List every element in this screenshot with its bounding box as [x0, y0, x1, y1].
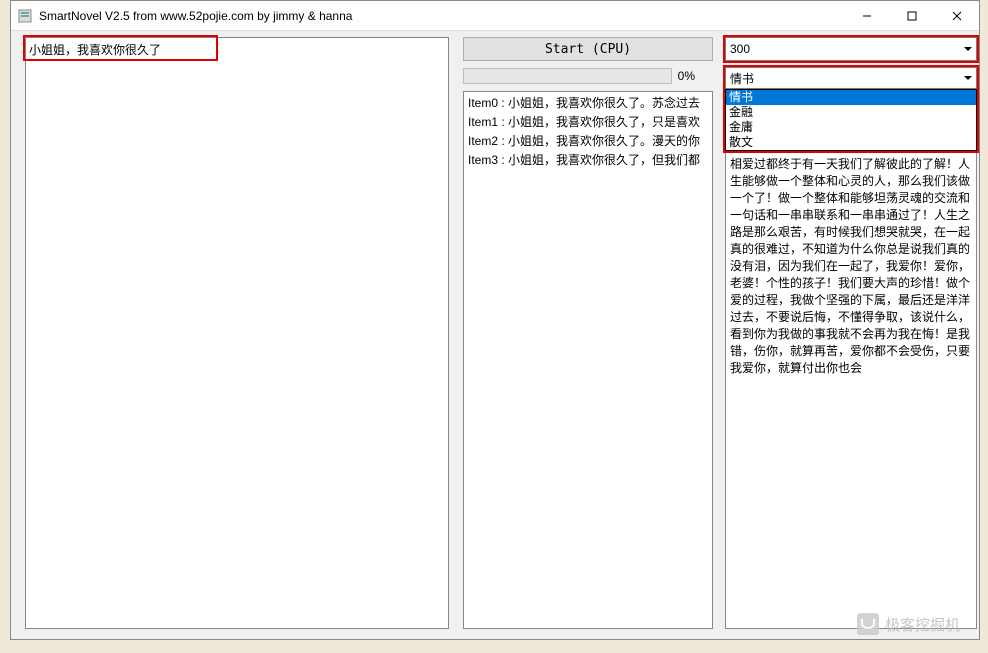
list-item[interactable]: Item3 : 小姐姐，我喜欢你很久了，但我们都	[468, 151, 708, 170]
list-item[interactable]: Item0 : 小姐姐，我喜欢你很久了。苏念过去	[468, 94, 708, 113]
start-button-label: Start (CPU)	[545, 42, 631, 57]
start-button[interactable]: Start (CPU)	[463, 37, 713, 61]
count-combobox[interactable]: 300	[725, 37, 977, 61]
dropdown-option[interactable]: 金庸	[726, 120, 976, 135]
input-text[interactable]: 小姐姐，我喜欢你很久了	[29, 41, 161, 58]
progress-bar	[463, 68, 672, 84]
app-icon	[17, 8, 33, 24]
minimize-button[interactable]	[844, 1, 889, 30]
client-area: 小姐姐，我喜欢你很久了 Start (CPU) 300 0% Item0 : 小…	[11, 31, 979, 639]
progress-container: 0%	[463, 67, 695, 85]
watermark: 极客挖掘机	[857, 613, 960, 635]
window-controls	[844, 1, 979, 30]
dropdown-option[interactable]: 金融	[726, 105, 976, 120]
watermark-text: 极客挖掘机	[885, 614, 960, 635]
window-title: SmartNovel V2.5 from www.52pojie.com by …	[39, 9, 844, 23]
maximize-button[interactable]	[889, 1, 934, 30]
chevron-down-icon	[964, 47, 972, 51]
dropdown-option[interactable]: 情书	[726, 90, 976, 105]
input-panel[interactable]	[25, 37, 449, 629]
style-combobox-value: 情书	[730, 70, 754, 87]
output-panel[interactable]: 相爱过都终于有一天我们了解彼此的了解！人生能够做一个整体和心灵的人，那么我们该做…	[725, 91, 977, 629]
dropdown-option[interactable]: 散文	[726, 135, 976, 150]
count-combobox-value: 300	[730, 42, 750, 56]
app-window: SmartNovel V2.5 from www.52pojie.com by …	[10, 0, 980, 640]
style-dropdown-list[interactable]: 情书 金融 金庸 散文	[725, 89, 977, 151]
results-list[interactable]: Item0 : 小姐姐，我喜欢你很久了。苏念过去 Item1 : 小姐姐，我喜欢…	[463, 91, 713, 629]
style-combobox[interactable]: 情书	[725, 67, 977, 89]
close-button[interactable]	[934, 1, 979, 30]
progress-percent: 0%	[678, 69, 695, 83]
list-item[interactable]: Item1 : 小姐姐，我喜欢你很久了，只是喜欢	[468, 113, 708, 132]
chevron-down-icon	[964, 76, 972, 80]
wechat-icon	[857, 613, 879, 635]
output-text: 相爱过都终于有一天我们了解彼此的了解！人生能够做一个整体和心灵的人，那么我们该做…	[730, 156, 972, 377]
titlebar: SmartNovel V2.5 from www.52pojie.com by …	[11, 1, 979, 31]
list-item[interactable]: Item2 : 小姐姐，我喜欢你很久了。漫天的你	[468, 132, 708, 151]
